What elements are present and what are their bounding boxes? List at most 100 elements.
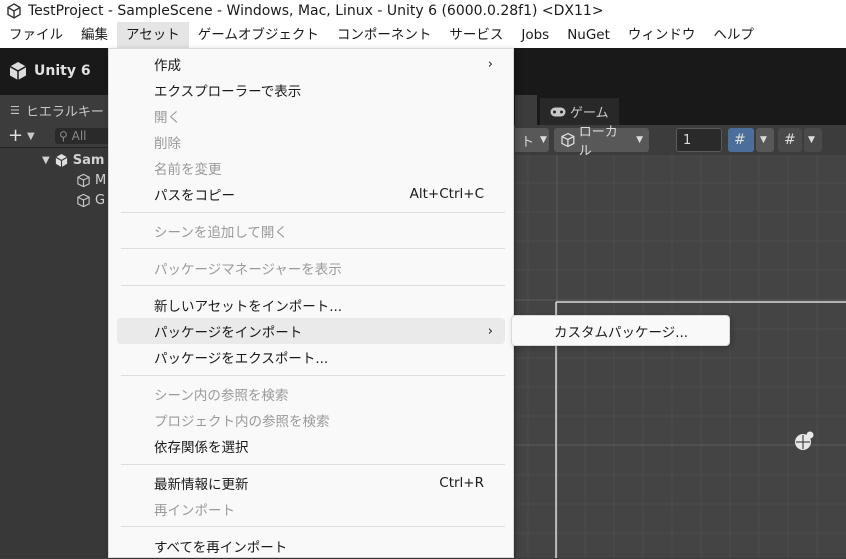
- pivot-dropdown[interactable]: ト ▼: [515, 128, 549, 152]
- menu-bar: ファイル 編集 アセット ゲームオブジェクト コンポーネント サービス Jobs…: [0, 22, 846, 48]
- tab-hierarchy[interactable]: ☰ ヒエラルキー: [0, 95, 108, 125]
- menu-item-label: 削除: [154, 136, 181, 152]
- chevron-down-icon: ▼: [636, 135, 643, 145]
- tree-row-scene[interactable]: ▼ Sam: [42, 150, 104, 170]
- gamepad-icon: [550, 107, 566, 116]
- menu-item-delete[interactable]: 削除: [117, 129, 505, 155]
- menu-assets[interactable]: アセット: [117, 22, 189, 48]
- tree-row-object[interactable]: G: [76, 190, 105, 210]
- menu-item-label: 開く: [154, 110, 181, 126]
- tab-game[interactable]: ゲーム: [540, 98, 619, 125]
- tab-game-label: ゲーム: [570, 106, 609, 121]
- import-package-submenu: カスタムパッケージ...: [511, 315, 730, 346]
- tab-hierarchy-label: ヒエラルキー: [25, 104, 104, 120]
- local-label: ローカル: [578, 125, 618, 159]
- menu-file[interactable]: ファイル: [0, 22, 72, 48]
- object-name: M: [95, 172, 107, 188]
- menu-services[interactable]: サービス: [440, 22, 512, 48]
- menu-item-show-in-explorer[interactable]: エクスプローラーで表示: [117, 77, 505, 103]
- menu-item-find-references-in-scene[interactable]: シーン内の参照を検索: [117, 381, 505, 407]
- menu-item-shortcut: Ctrl+R: [439, 475, 484, 491]
- tree-row-object[interactable]: M: [76, 170, 106, 190]
- menu-item-open-scene-additive[interactable]: シーンを追加して開く: [117, 218, 505, 244]
- menu-item-find-references-in-project[interactable]: プロジェクト内の参照を検索: [117, 407, 505, 433]
- unity-logo-icon: [7, 3, 21, 19]
- menu-item-select-dependencies[interactable]: 依存関係を選択: [117, 433, 505, 459]
- assets-menu: 作成 › エクスプローラーで表示 開く 削除 名前を変更 パスをコピー Alt+…: [108, 48, 514, 558]
- menu-separator: [121, 526, 505, 527]
- unity-cube-icon: [9, 62, 27, 80]
- local-cube-icon: [561, 132, 575, 148]
- menu-item-label: プロジェクト内の参照を検索: [154, 414, 330, 430]
- menu-item-refresh[interactable]: 最新情報に更新 Ctrl+R: [117, 470, 505, 496]
- menu-item-label: パッケージをエクスポート...: [154, 351, 329, 367]
- hierarchy-panel: + ▼ ⚲ All ▼ Sam M G: [0, 125, 115, 558]
- tab-scene[interactable]: [515, 95, 537, 125]
- menu-item-label: 新しいアセットをインポート...: [154, 299, 343, 315]
- increment-snap-dropdown[interactable]: ▼: [804, 128, 822, 152]
- menu-item-label: カスタムパッケージ...: [554, 325, 689, 341]
- chevron-down-icon: ▼: [540, 135, 547, 145]
- menu-jobs[interactable]: Jobs: [512, 22, 558, 48]
- window-title-bar: TestProject - SampleScene - Windows, Mac…: [0, 0, 846, 22]
- menu-item-custom-package[interactable]: カスタムパッケージ...: [516, 319, 725, 343]
- menu-item-rename[interactable]: 名前を変更: [117, 155, 505, 181]
- snap-increment-field[interactable]: 1: [676, 128, 722, 152]
- menu-separator: [121, 212, 505, 213]
- menu-help[interactable]: ヘルプ: [704, 22, 763, 48]
- menu-separator: [121, 375, 505, 376]
- chevron-down-icon[interactable]: ▼: [27, 126, 35, 148]
- unity-account-button[interactable]: Unity 6: [8, 60, 91, 82]
- gameobject-cube-icon: [77, 173, 90, 187]
- increment-snap-toggle[interactable]: #: [778, 128, 802, 152]
- scene-name: Sam: [72, 152, 105, 168]
- menu-item-reimport[interactable]: 再インポート: [117, 496, 505, 522]
- chevron-down-icon: ▼: [760, 135, 767, 145]
- menu-nuget[interactable]: NuGet: [558, 22, 619, 48]
- grid-snap-dropdown[interactable]: ▼: [756, 128, 774, 152]
- menu-item-label: エクスプローラーで表示: [154, 84, 302, 100]
- menu-item-label: 最新情報に更新: [154, 477, 249, 493]
- scene-toolbar: ト ▼ ローカル ▼ 1 # ▼ # ▼: [515, 125, 846, 159]
- menu-item-view-package-manager[interactable]: パッケージマネージャーを表示: [117, 255, 505, 281]
- scene-grid[interactable]: [515, 155, 846, 558]
- add-object-button[interactable]: +: [8, 125, 23, 147]
- menu-separator: [121, 464, 505, 465]
- unity-scene-icon: [55, 153, 68, 167]
- menu-item-export-package[interactable]: パッケージをエクスポート...: [117, 344, 505, 370]
- unity-version-label: Unity 6: [34, 63, 91, 79]
- menu-gameobject[interactable]: ゲームオブジェクト: [189, 22, 328, 48]
- foldout-arrow-icon: ▼: [42, 154, 50, 166]
- chevron-down-icon: ▼: [808, 135, 815, 145]
- grid-snap-toggle[interactable]: #: [728, 128, 754, 152]
- search-placeholder: All: [71, 129, 87, 143]
- chevron-right-icon: ›: [487, 56, 493, 72]
- menu-item-import-package[interactable]: パッケージをインポート ›: [117, 318, 505, 344]
- menu-separator: [121, 285, 505, 286]
- search-icon: ⚲: [59, 129, 68, 143]
- chevron-right-icon: ›: [487, 323, 493, 339]
- increment-snap-icon: #: [784, 132, 796, 148]
- menu-item-shortcut: Alt+Ctrl+C: [409, 186, 484, 202]
- menu-separator: [121, 248, 505, 249]
- grid-snap-icon: #: [734, 132, 746, 148]
- menu-component[interactable]: コンポーネント: [328, 22, 441, 48]
- menu-edit[interactable]: 編集: [72, 22, 117, 48]
- local-global-dropdown[interactable]: ローカル ▼: [554, 125, 649, 159]
- object-name: G: [95, 192, 106, 208]
- menu-window[interactable]: ウィンドウ: [619, 22, 705, 48]
- menu-item-label: すべてを再インポート: [154, 540, 288, 556]
- menu-item-label: 名前を変更: [154, 162, 222, 178]
- menu-item-label: パッケージマネージャーを表示: [154, 262, 342, 278]
- menu-item-create[interactable]: 作成 ›: [117, 51, 505, 77]
- menu-item-label: パッケージをインポート: [154, 325, 303, 341]
- scene-gizmo-icon[interactable]: [791, 428, 817, 454]
- menu-item-copy-path[interactable]: パスをコピー Alt+Ctrl+C: [117, 181, 505, 207]
- hierarchy-search-input[interactable]: ⚲ All: [55, 128, 115, 144]
- menu-item-label: 依存関係を選択: [154, 440, 249, 456]
- gameobject-cube-icon: [77, 193, 90, 207]
- menu-item-label: 作成: [154, 58, 181, 74]
- menu-item-reimport-all[interactable]: すべてを再インポート: [117, 533, 505, 559]
- menu-item-open[interactable]: 開く: [117, 103, 505, 129]
- menu-item-import-new-asset[interactable]: 新しいアセットをインポート...: [117, 292, 505, 318]
